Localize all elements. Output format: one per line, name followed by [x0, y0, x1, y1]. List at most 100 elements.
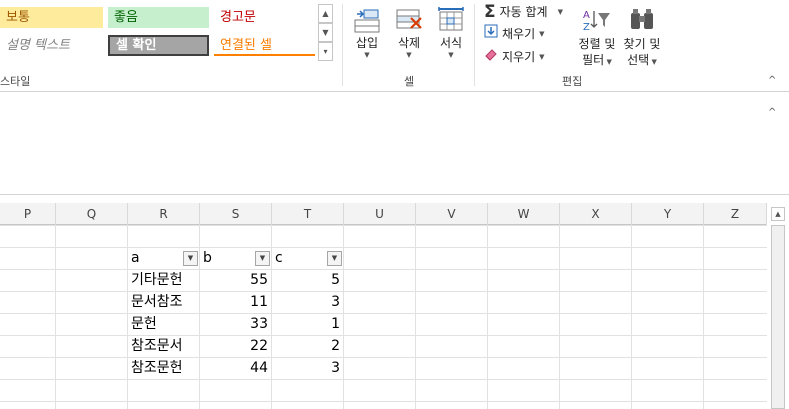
- table-cell[interactable]: 55: [200, 269, 271, 291]
- formula-bar-area[interactable]: ^: [0, 93, 789, 195]
- clear-label: 지우기: [502, 50, 536, 64]
- svg-text:A: A: [583, 10, 590, 21]
- autosum-label: 자동 합계: [499, 5, 548, 19]
- table-cell[interactable]: 3: [272, 291, 343, 313]
- table-cell[interactable]: 5: [272, 269, 343, 291]
- gridline: [559, 225, 560, 409]
- column-header[interactable]: W: [488, 203, 560, 225]
- gallery-more-icon[interactable]: ▾: [318, 42, 333, 61]
- gridline: [0, 313, 767, 314]
- worksheet-grid[interactable]: a ▼ b ▼ c ▼ 기타문헌 55 5 문서참조 11 3 문헌 33 1 …: [0, 225, 767, 409]
- group-divider: [342, 4, 343, 86]
- styles-group-label: 스타일: [0, 75, 31, 88]
- column-header[interactable]: S: [200, 203, 272, 225]
- column-header[interactable]: T: [272, 203, 344, 225]
- sort-filter-icon: A Z: [576, 4, 618, 36]
- chevron-down-icon: ▼: [649, 58, 657, 66]
- sort-filter-label-line2: 필터: [582, 53, 605, 67]
- gridline: [0, 379, 767, 380]
- column-header[interactable]: Z: [704, 203, 767, 225]
- find-select-label-line2: 선택: [627, 53, 650, 67]
- find-select-label-line1: 찾기 및: [623, 37, 661, 51]
- insert-button[interactable]: 삽입 ▼: [350, 4, 384, 68]
- style-warning[interactable]: 경고문: [214, 7, 315, 28]
- column-header-bar: P Q R S T U V W X Y Z: [0, 203, 767, 225]
- find-select-button[interactable]: 찾기 및 선택 ▼: [620, 4, 664, 70]
- scrollbar-thumb[interactable]: [771, 225, 785, 409]
- delete-label: 삭제: [397, 36, 421, 50]
- chevron-down-icon: ▼: [364, 51, 370, 59]
- collapse-formula-bar-icon[interactable]: ^: [768, 107, 776, 118]
- gridline: [0, 357, 767, 358]
- table-cell[interactable]: 33: [200, 313, 271, 335]
- gridline: [631, 225, 632, 409]
- gridline: [0, 269, 767, 270]
- format-label: 서식: [439, 36, 463, 50]
- delete-cells-icon: [392, 4, 426, 36]
- gallery-scroll-up-icon[interactable]: ▲: [318, 4, 333, 23]
- vertical-scrollbar[interactable]: ▲: [767, 203, 789, 409]
- table-cell[interactable]: 11: [200, 291, 271, 313]
- fill-down-icon: [484, 24, 498, 44]
- style-check-cell[interactable]: 셀 확인: [108, 35, 209, 56]
- gridline: [343, 225, 344, 409]
- gallery-scroll-down-icon[interactable]: ▼: [318, 23, 333, 42]
- table-cell[interactable]: 문헌: [128, 313, 199, 335]
- table-cell[interactable]: 참조문헌: [128, 357, 199, 379]
- fill-button[interactable]: 채우기 ▼: [484, 24, 545, 44]
- clear-button[interactable]: 지우기 ▼: [484, 47, 545, 67]
- chevron-down-icon: ▼: [448, 51, 454, 59]
- insert-label: 삽입: [355, 36, 379, 50]
- table-cell[interactable]: 3: [272, 357, 343, 379]
- ribbon: 보통 좋음 경고문 설명 텍스트 셀 확인 연결된 셀 ▲ ▼ ▾ 스타일 삽입…: [0, 0, 789, 92]
- column-header[interactable]: U: [344, 203, 416, 225]
- column-header[interactable]: Y: [632, 203, 704, 225]
- style-linked-cell[interactable]: 연결된 셀: [214, 35, 315, 56]
- chevron-down-icon: ▼: [604, 58, 612, 66]
- group-divider: [474, 4, 475, 86]
- autosum-button[interactable]: Σ 자동 합계 ▼: [484, 2, 563, 22]
- chevron-down-icon: ▼: [539, 53, 545, 61]
- table-cell[interactable]: 참조문서: [128, 335, 199, 357]
- style-bad[interactable]: 보통: [0, 7, 103, 28]
- scroll-up-icon[interactable]: ▲: [771, 207, 785, 221]
- gridline: [0, 401, 767, 402]
- format-button[interactable]: 서식 ▼: [434, 4, 468, 68]
- table-cell[interactable]: 2: [272, 335, 343, 357]
- eraser-icon: [484, 47, 498, 67]
- gridline: [415, 225, 416, 409]
- gridline: [0, 335, 767, 336]
- editing-group-label: 편집: [562, 75, 583, 88]
- column-header[interactable]: R: [128, 203, 200, 225]
- chevron-down-icon: ▼: [406, 51, 412, 59]
- gridline: [703, 225, 704, 409]
- style-good[interactable]: 좋음: [108, 7, 209, 28]
- gridline: [0, 247, 767, 248]
- column-header[interactable]: Q: [56, 203, 128, 225]
- table-cell[interactable]: 22: [200, 335, 271, 357]
- gridline: [0, 225, 767, 226]
- sort-filter-button[interactable]: A Z 정렬 및 필터 ▼: [576, 4, 618, 70]
- style-explanatory[interactable]: 설명 텍스트: [0, 35, 103, 56]
- fill-label: 채우기: [502, 27, 536, 41]
- chevron-down-icon: ▼: [539, 30, 545, 38]
- table-cell[interactable]: 1: [272, 313, 343, 335]
- delete-button[interactable]: 삭제 ▼: [392, 4, 426, 68]
- table-cell[interactable]: 문서참조: [128, 291, 199, 313]
- insert-cells-icon: [350, 4, 384, 36]
- collapse-ribbon-icon[interactable]: ^: [768, 75, 776, 86]
- table-cell[interactable]: 44: [200, 357, 271, 379]
- gridline: [0, 291, 767, 292]
- gridline: [487, 225, 488, 409]
- table-cell[interactable]: 기타문헌: [128, 269, 199, 291]
- gridline: [55, 225, 56, 409]
- filter-dropdown-icon[interactable]: ▼: [255, 251, 270, 266]
- filter-dropdown-icon[interactable]: ▼: [183, 251, 198, 266]
- column-header[interactable]: X: [560, 203, 632, 225]
- binoculars-icon: [620, 4, 664, 36]
- column-header[interactable]: P: [0, 203, 56, 225]
- column-header[interactable]: V: [416, 203, 488, 225]
- filter-dropdown-icon[interactable]: ▼: [327, 251, 342, 266]
- sort-filter-label-line1: 정렬 및: [578, 37, 616, 51]
- cells-group-label: 셀: [404, 75, 415, 88]
